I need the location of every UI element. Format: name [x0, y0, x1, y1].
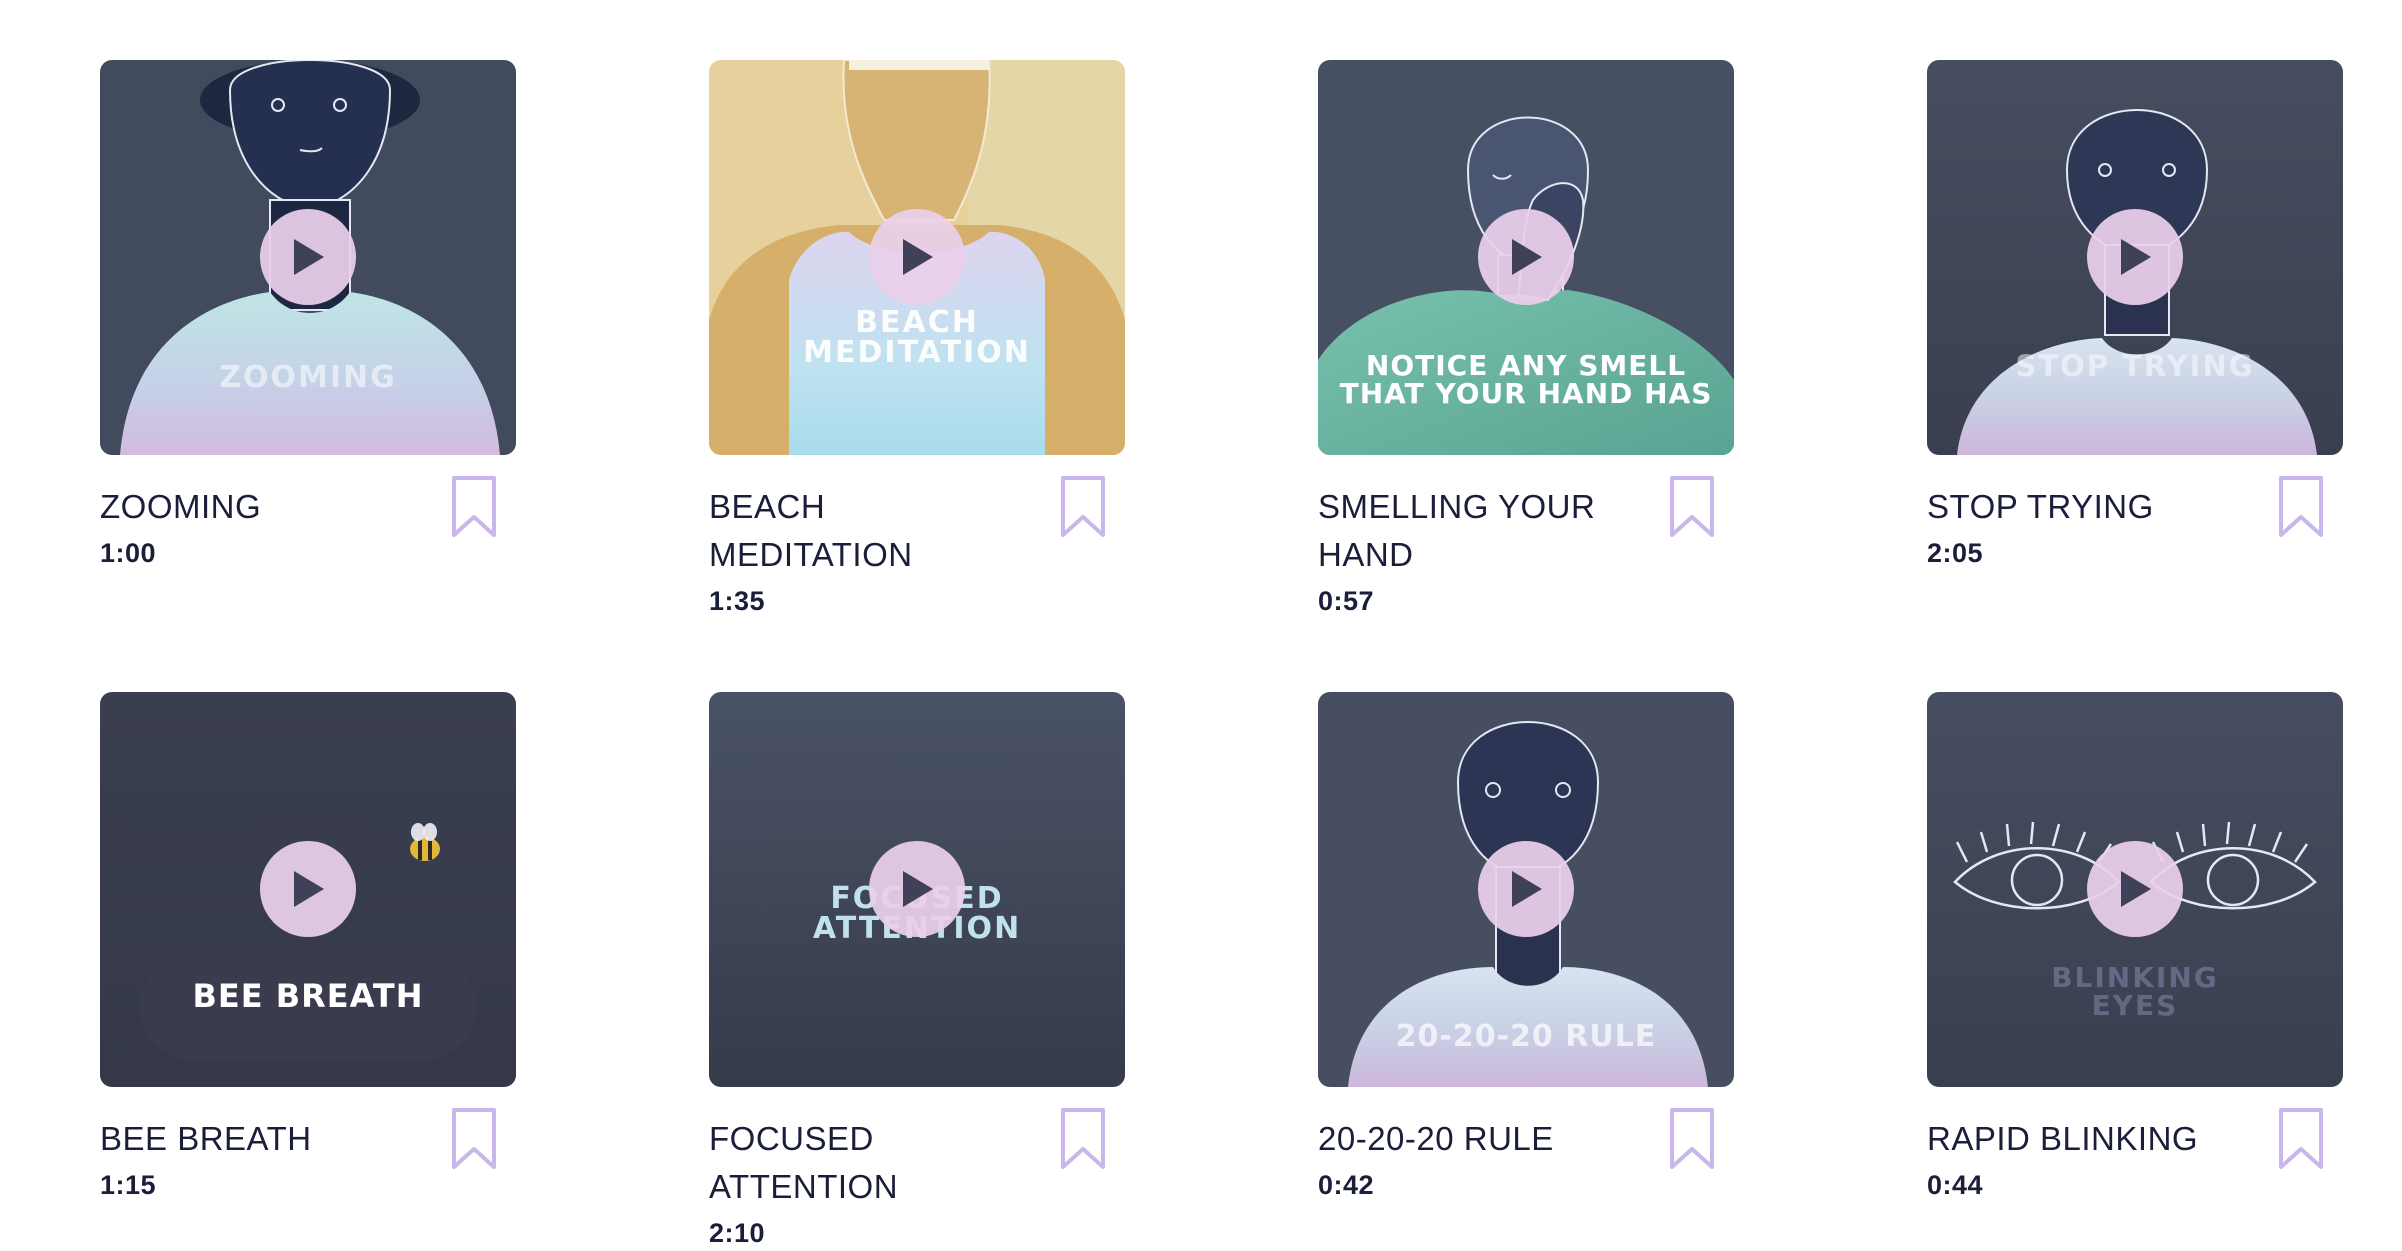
video-meta: BEACH MEDITATION 1:35 — [709, 455, 1125, 616]
video-title[interactable]: SMELLING YOUR HAND 0:57 — [1318, 483, 1608, 619]
thumbnail-caption: BEACH MEDITATION — [709, 308, 1125, 368]
thumbnail-caption: BEE BREATH — [192, 977, 424, 1015]
video-meta: SMELLING YOUR HAND 0:57 — [1318, 455, 1734, 616]
play-button[interactable] — [2087, 209, 2183, 305]
video-thumbnail[interactable]: BEACH MEDITATION — [709, 60, 1125, 455]
thumbnail-caption: STOP TRYING — [2015, 349, 2255, 383]
video-card: BEACH MEDITATION BEACH MEDITATION 1:35 — [709, 60, 1125, 616]
video-title-text[interactable]: BEE BREATH — [100, 1115, 410, 1163]
play-icon — [2121, 239, 2151, 275]
video-meta: FOCUSED ATTENTION 2:10 — [709, 1087, 1125, 1248]
play-icon — [903, 239, 933, 275]
video-title[interactable]: BEE BREATH 1:15 — [100, 1115, 410, 1203]
play-icon — [903, 871, 933, 907]
video-duration: 1:00 — [100, 538, 157, 568]
play-button[interactable] — [260, 209, 356, 305]
video-title-text[interactable]: 20-20-20 RULE — [1318, 1115, 1628, 1163]
bookmark-icon[interactable] — [1668, 1107, 1716, 1171]
thumbnail-caption: NOTICE ANY SMELL THAT YOUR HAND HAS — [1318, 352, 1734, 408]
play-icon — [1512, 239, 1542, 275]
thumbnail-caption-line: THAT YOUR HAND HAS — [1339, 377, 1713, 410]
video-title[interactable]: STOP TRYING 2:05 — [1927, 483, 2237, 571]
video-title-text[interactable]: SMELLING YOUR HAND — [1318, 483, 1608, 579]
video-duration: 2:05 — [1927, 538, 1984, 568]
play-button[interactable] — [869, 209, 965, 305]
video-card: 20-20-20 RULE 20-20-20 RULE 0:42 — [1318, 692, 1734, 1237]
video-thumbnail[interactable]: BLINKING EYES — [1927, 692, 2343, 1087]
thumbnail-caption-line: NOTICE ANY SMELL — [1365, 349, 1687, 382]
play-button[interactable] — [1478, 841, 1574, 937]
video-title-text[interactable]: ZOOMING — [100, 483, 410, 531]
bookmark-icon[interactable] — [450, 475, 498, 539]
video-meta: STOP TRYING 2:05 — [1927, 455, 2343, 605]
thumbnail-caption-line: BEACH — [855, 305, 979, 340]
play-icon — [294, 239, 324, 275]
video-meta: 20-20-20 RULE 0:42 — [1318, 1087, 1734, 1237]
play-button[interactable] — [260, 841, 356, 937]
play-button[interactable] — [2087, 841, 2183, 937]
video-title[interactable]: 20-20-20 RULE 0:42 — [1318, 1115, 1628, 1203]
bookmark-icon[interactable] — [1059, 475, 1107, 539]
video-card: STOP TRYING STOP TRYING 2:05 — [1927, 60, 2343, 605]
video-card: BLINKING EYES RAPID BLINKING 0:44 — [1927, 692, 2343, 1237]
video-duration: 0:42 — [1318, 1170, 1375, 1200]
video-meta: RAPID BLINKING 0:44 — [1927, 1087, 2343, 1237]
video-duration: 2:10 — [709, 1218, 766, 1248]
video-card: NOTICE ANY SMELL THAT YOUR HAND HAS SMEL… — [1318, 60, 1734, 616]
bookmark-icon[interactable] — [2277, 475, 2325, 539]
video-title[interactable]: ZOOMING 1:00 — [100, 483, 410, 571]
video-title-text[interactable]: BEACH MEDITATION — [709, 483, 1019, 579]
bookmark-icon[interactable] — [450, 1107, 498, 1171]
bookmark-icon[interactable] — [1059, 1107, 1107, 1171]
thumbnail-caption-line: BLINKING — [2051, 961, 2219, 994]
video-card: BEE BREATH BEE BREATH 1:15 — [100, 692, 516, 1237]
video-meta: BEE BREATH 1:15 — [100, 1087, 516, 1237]
thumbnail-caption: ZOOMING — [219, 360, 397, 395]
video-card: ZOOMING ZOOMING 1:00 — [100, 60, 516, 605]
video-title[interactable]: BEACH MEDITATION 1:35 — [709, 483, 1019, 619]
video-title[interactable]: FOCUSED ATTENTION 2:10 — [709, 1115, 1049, 1251]
video-duration: 1:15 — [100, 1170, 157, 1200]
bee-icon — [410, 823, 440, 861]
video-title-text[interactable]: FOCUSED ATTENTION — [709, 1115, 1049, 1211]
play-button[interactable] — [1478, 209, 1574, 305]
play-icon — [294, 871, 324, 907]
play-button[interactable] — [869, 841, 965, 937]
video-duration: 0:44 — [1927, 1170, 1984, 1200]
video-card: FOCUSED ATTENTION FOCUSED ATTENTION 2:10 — [709, 692, 1125, 1248]
video-thumbnail[interactable]: FOCUSED ATTENTION — [709, 692, 1125, 1087]
video-thumbnail[interactable]: NOTICE ANY SMELL THAT YOUR HAND HAS — [1318, 60, 1734, 455]
video-title-text[interactable]: RAPID BLINKING — [1927, 1115, 2237, 1163]
bookmark-icon[interactable] — [1668, 475, 1716, 539]
play-icon — [2121, 871, 2151, 907]
video-thumbnail[interactable]: STOP TRYING — [1927, 60, 2343, 455]
thumbnail-caption-line: EYES — [2091, 989, 2179, 1022]
video-thumbnail[interactable]: ZOOMING — [100, 60, 516, 455]
play-icon — [1512, 871, 1542, 907]
video-duration: 0:57 — [1318, 586, 1375, 616]
thumbnail-caption-line: MEDITATION — [803, 335, 1031, 370]
video-thumbnail[interactable]: 20-20-20 RULE — [1318, 692, 1734, 1087]
video-meta: ZOOMING 1:00 — [100, 455, 516, 605]
video-thumbnail[interactable]: BEE BREATH — [100, 692, 516, 1087]
video-duration: 1:35 — [709, 586, 766, 616]
video-title[interactable]: RAPID BLINKING 0:44 — [1927, 1115, 2237, 1203]
thumbnail-caption: BLINKING EYES — [1927, 964, 2343, 1020]
bookmark-icon[interactable] — [2277, 1107, 2325, 1171]
video-title-text[interactable]: STOP TRYING — [1927, 483, 2237, 531]
thumbnail-caption: 20-20-20 RULE — [1395, 1019, 1657, 1054]
